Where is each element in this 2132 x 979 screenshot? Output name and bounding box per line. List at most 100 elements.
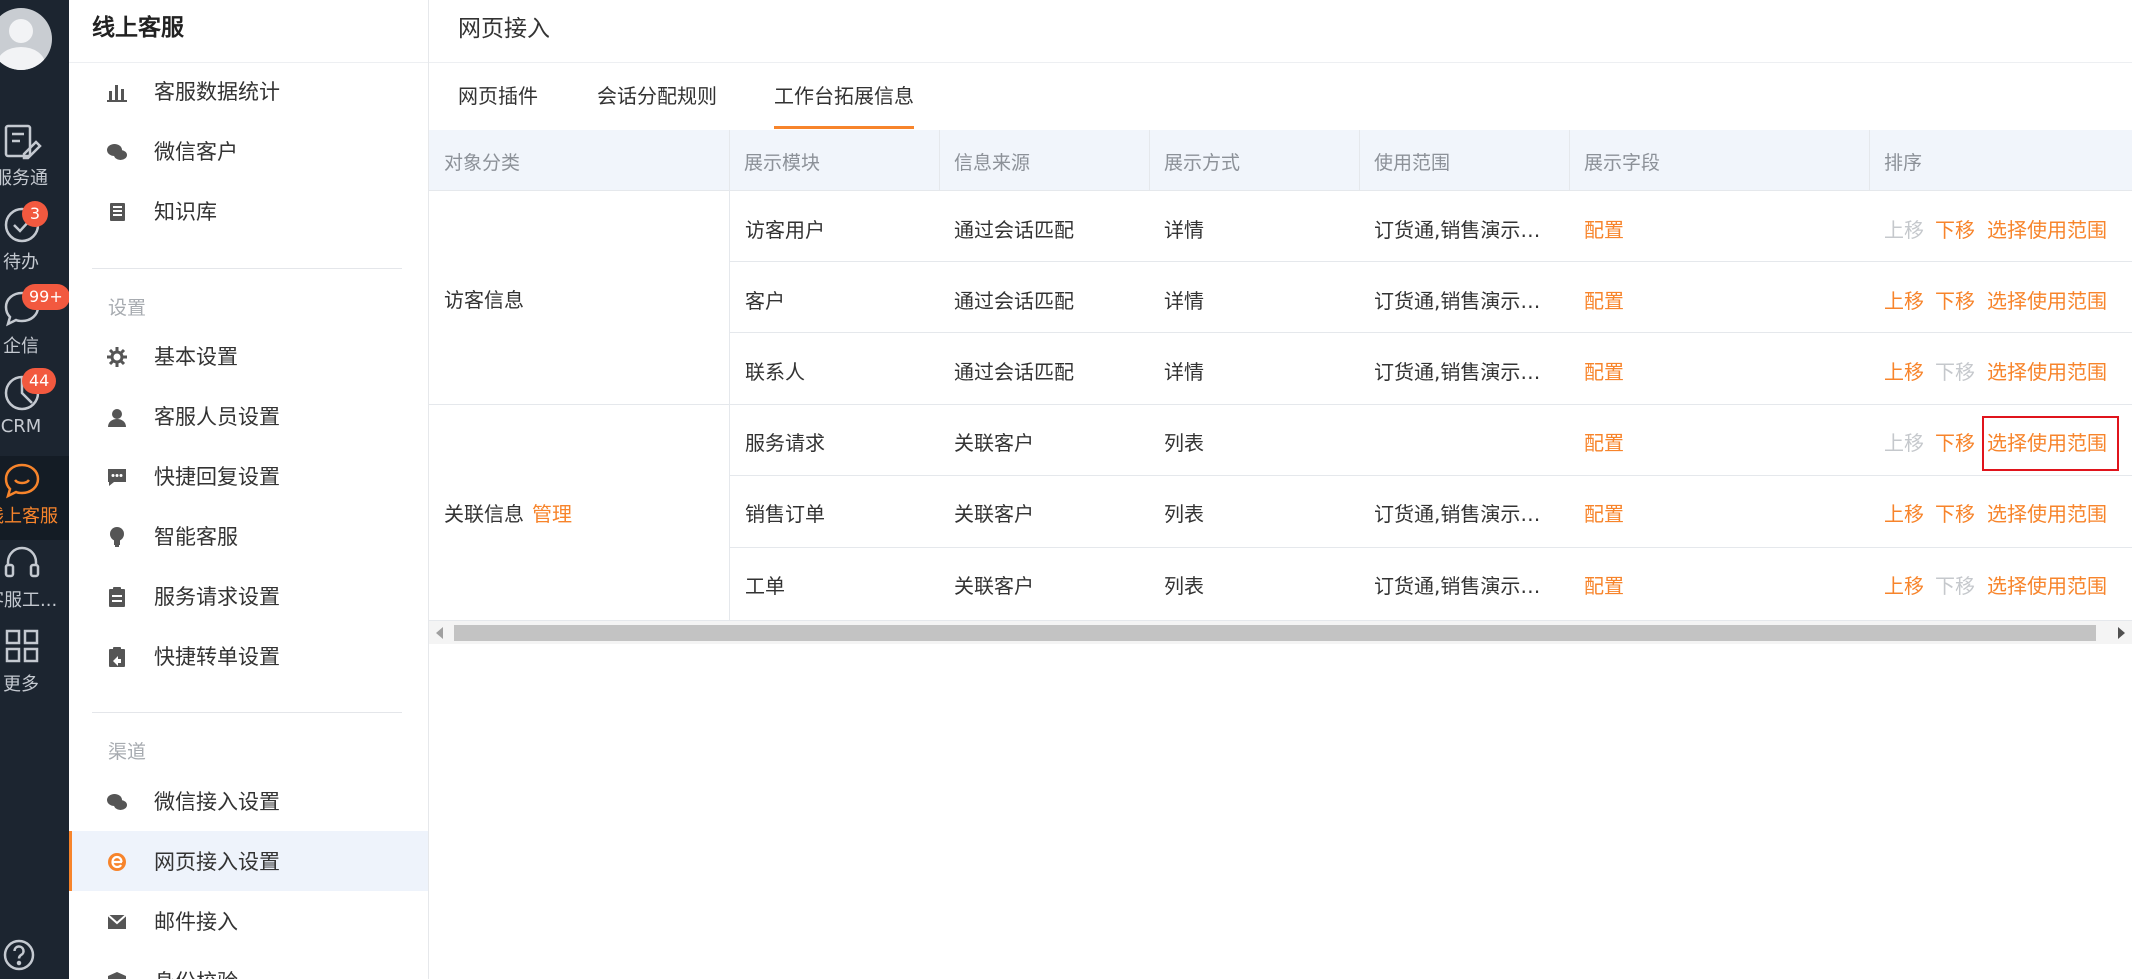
sidebar-item-label: 服务请求设置	[154, 585, 280, 609]
rail-item-service[interactable]: 服务通	[0, 120, 69, 204]
scope-cell: 订货通,销售演示…	[1374, 289, 1541, 313]
lightbulb-icon	[106, 526, 128, 548]
sidebar-item-agent-settings[interactable]: 客服人员设置	[69, 386, 428, 446]
crm-badge: 44	[22, 368, 57, 394]
sidebar-item-web-access-settings[interactable]: 网页接入设置	[69, 831, 428, 891]
agent-icon	[106, 406, 128, 428]
configure-link[interactable]: 配置	[1584, 356, 1624, 385]
group-label-visitor-info: 访客信息	[444, 288, 524, 312]
sidebar-item-smart-service[interactable]: 智能客服	[69, 506, 428, 566]
help-icon[interactable]	[2, 938, 36, 972]
header-divider	[429, 62, 2132, 63]
display-cell: 详情	[1164, 289, 1204, 313]
rail-item-chat[interactable]: 99+ 企信	[0, 284, 69, 372]
configure-link[interactable]: 配置	[1584, 498, 1624, 527]
avatar[interactable]	[0, 8, 52, 70]
sidebar-item-label: 身份校验	[154, 966, 238, 979]
rail-item-online-service[interactable]: 线上客服	[0, 456, 69, 540]
sidebar-group-channels: 渠道	[108, 741, 147, 763]
transfer-doc-icon	[106, 646, 128, 668]
scroll-right-arrow-icon[interactable]	[2118, 627, 2125, 639]
sidebar-item-knowledge-base[interactable]: 知识库	[69, 181, 428, 241]
select-scope-link[interactable]: 选择使用范围	[1987, 356, 2107, 385]
scroll-left-arrow-icon[interactable]	[436, 627, 443, 639]
select-scope-link[interactable]: 选择使用范围	[1987, 570, 2107, 599]
sidebar-divider	[92, 712, 402, 713]
chat-badge: 99+	[22, 284, 69, 310]
manage-link[interactable]: 管理	[532, 498, 572, 527]
rail-label: 客服工...	[0, 590, 58, 611]
rail-item-agent-console[interactable]: 客服工...	[0, 542, 69, 626]
tab-workbench-extension-info[interactable]: 工作台拓展信息	[774, 80, 914, 129]
move-down-button[interactable]: 下移	[1935, 356, 1975, 385]
source-cell: 通过会话匹配	[954, 360, 1074, 384]
move-down-button[interactable]: 下移	[1935, 214, 1975, 243]
move-up-button[interactable]: 上移	[1884, 356, 1924, 385]
sidebar-item-wechat-customers[interactable]: 微信客户	[69, 121, 428, 181]
sidebar-item-identity-verification[interactable]: 身份校验	[69, 951, 428, 979]
move-up-button[interactable]: 上移	[1884, 498, 1924, 527]
row-divider	[429, 190, 2132, 191]
move-up-button[interactable]: 上移	[1884, 570, 1924, 599]
highlight-box	[1982, 416, 2119, 471]
rail-label: 更多	[3, 674, 39, 695]
sidebar-item-label: 快捷回复设置	[154, 465, 280, 489]
tab-session-assignment-rules[interactable]: 会话分配规则	[597, 80, 717, 109]
move-down-button[interactable]: 下移	[1935, 498, 1975, 527]
column-header: 对象分类	[444, 152, 521, 174]
module-cell: 工单	[745, 574, 785, 598]
move-down-button[interactable]: 下移	[1935, 570, 1975, 599]
source-cell: 关联客户	[954, 574, 1034, 598]
gear-icon	[106, 346, 128, 368]
move-up-button[interactable]: 上移	[1884, 285, 1924, 314]
scope-cell: 订货通,销售演示…	[1374, 360, 1541, 384]
move-up-button[interactable]: 上移	[1884, 427, 1924, 456]
rail-item-todo[interactable]: 3 待办	[0, 201, 69, 288]
select-scope-link[interactable]: 选择使用范围	[1987, 498, 2107, 527]
sidebar-item-label: 快捷转单设置	[154, 645, 280, 669]
display-cell: 列表	[1164, 574, 1204, 598]
configure-link[interactable]: 配置	[1584, 427, 1624, 456]
sidebar-item-wechat-access-settings[interactable]: 微信接入设置	[69, 771, 428, 831]
configure-link[interactable]: 配置	[1584, 214, 1624, 243]
scrollbar-thumb[interactable]	[454, 625, 2096, 641]
sidebar-group-settings: 设置	[108, 297, 147, 319]
rail-item-more[interactable]: 更多	[0, 626, 69, 710]
select-scope-link[interactable]: 选择使用范围	[1987, 285, 2107, 314]
tab-web-plugin[interactable]: 网页插件	[458, 80, 538, 109]
column-header: 展示方式	[1164, 152, 1241, 174]
sidebar-item-label: 微信客户	[154, 140, 238, 164]
sidebar-item-quick-transfer-settings[interactable]: 快捷转单设置	[69, 626, 428, 686]
page-title: 网页接入	[458, 16, 550, 42]
configure-link[interactable]: 配置	[1584, 570, 1624, 599]
horizontal-scrollbar[interactable]	[429, 620, 2132, 644]
column-header: 排序	[1884, 152, 1923, 174]
sidebar-item-basic-settings[interactable]: 基本设置	[69, 326, 428, 386]
smile-chat-icon	[2, 460, 44, 502]
source-cell: 通过会话匹配	[954, 218, 1074, 242]
configure-link[interactable]: 配置	[1584, 285, 1624, 314]
move-down-button[interactable]: 下移	[1935, 285, 1975, 314]
module-cell: 客户	[745, 289, 785, 313]
column-divider	[1869, 130, 1870, 190]
app-root: 服务通 3 待办 99+ 企信 44 CRM 上客服 服工... 更多 线上客服…	[0, 0, 2132, 979]
sidebar-item-stats[interactable]: 客服数据统计	[69, 61, 428, 121]
sidebar-item-quick-reply-settings[interactable]: 快捷回复设置	[69, 446, 428, 506]
column-divider	[1569, 130, 1570, 190]
sidebar-divider	[92, 268, 402, 269]
sidebar-item-mail-access[interactable]: 邮件接入	[69, 891, 428, 951]
row-divider	[429, 404, 2132, 405]
source-cell: 关联客户	[954, 502, 1034, 526]
sidebar-item-service-request-settings[interactable]: 服务请求设置	[69, 566, 428, 626]
rail-item-crm[interactable]: 44 CRM	[0, 368, 69, 456]
clipboard-icon	[106, 586, 128, 608]
column-divider	[1149, 130, 1150, 190]
module-cell: 联系人	[745, 360, 805, 384]
row-divider	[729, 332, 2132, 333]
mail-icon	[106, 911, 128, 933]
move-down-button[interactable]: 下移	[1935, 427, 1975, 456]
sidebar-item-label: 智能客服	[154, 525, 238, 549]
select-scope-link[interactable]: 选择使用范围	[1987, 214, 2107, 243]
todo-badge: 3	[22, 201, 48, 227]
move-up-button[interactable]: 上移	[1884, 214, 1924, 243]
